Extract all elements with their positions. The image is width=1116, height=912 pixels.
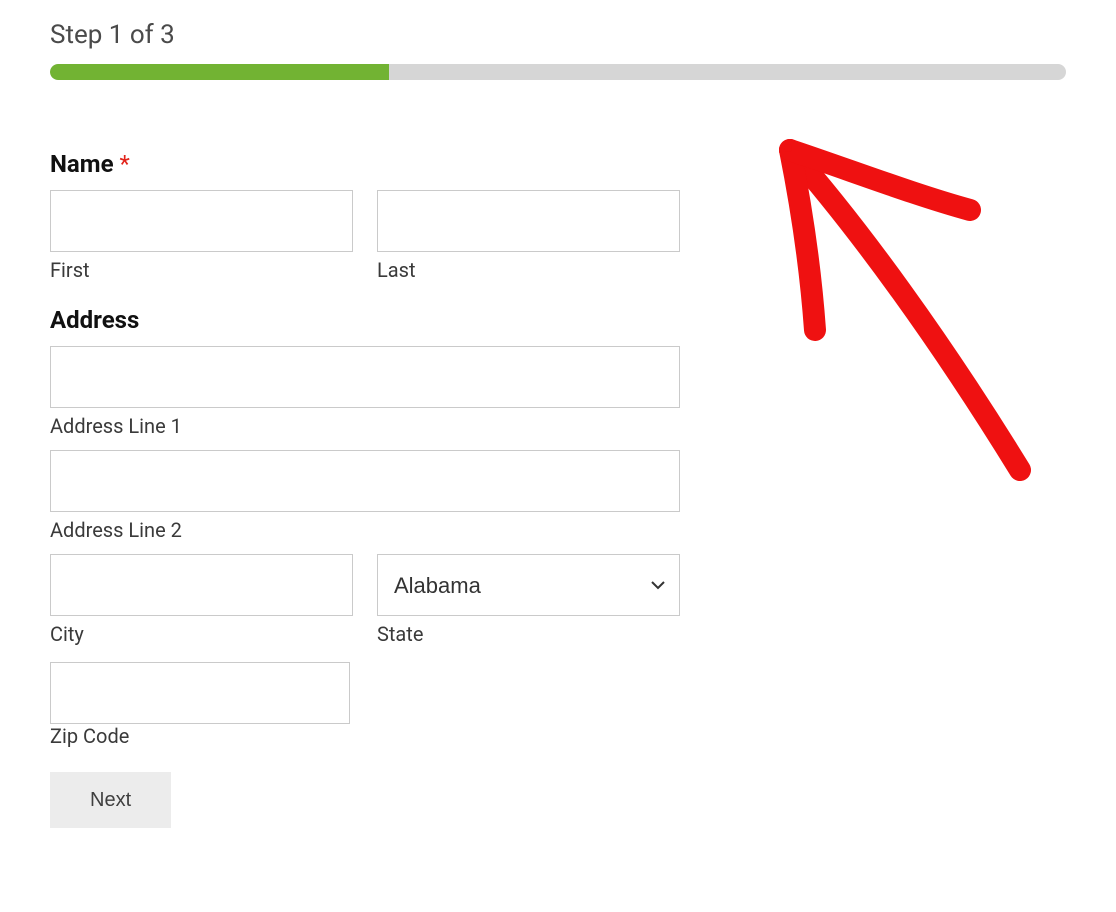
address-line1-input[interactable] xyxy=(50,346,680,408)
address-line2-sublabel: Address Line 2 xyxy=(50,518,680,542)
annotation-arrow xyxy=(720,110,1060,514)
address-line1-field: Address Line 1 xyxy=(50,346,680,438)
address-line2-input[interactable] xyxy=(50,450,680,512)
city-field: City xyxy=(50,554,353,646)
step-indicator: Step 1 of 3 xyxy=(50,20,1066,50)
progress-bar-fill xyxy=(50,64,389,80)
name-row: First Last xyxy=(50,190,680,282)
zip-field: Zip Code xyxy=(50,662,350,748)
name-legend: Name * xyxy=(50,150,680,178)
zip-sublabel: Zip Code xyxy=(50,724,129,748)
progress-bar xyxy=(50,64,1066,80)
address-legend: Address xyxy=(50,306,680,334)
address-line1-sublabel: Address Line 1 xyxy=(50,414,680,438)
first-name-sublabel: First xyxy=(50,258,353,282)
first-name-field: First xyxy=(50,190,353,282)
city-input[interactable] xyxy=(50,554,353,616)
state-select[interactable]: Alabama xyxy=(377,554,680,616)
next-button[interactable]: Next xyxy=(50,772,171,828)
last-name-field: Last xyxy=(377,190,680,282)
first-name-input[interactable] xyxy=(50,190,353,252)
city-state-row: City Alabama State xyxy=(50,554,680,646)
form: Name * First Last Address Address Line 1… xyxy=(50,150,680,828)
last-name-input[interactable] xyxy=(377,190,680,252)
address-line2-field: Address Line 2 xyxy=(50,450,680,542)
last-name-sublabel: Last xyxy=(377,258,680,282)
state-field: Alabama State xyxy=(377,554,680,646)
required-asterisk: * xyxy=(120,150,130,178)
zip-input[interactable] xyxy=(50,662,350,724)
state-sublabel: State xyxy=(377,622,680,646)
name-legend-text: Name xyxy=(50,150,114,178)
city-sublabel: City xyxy=(50,622,353,646)
